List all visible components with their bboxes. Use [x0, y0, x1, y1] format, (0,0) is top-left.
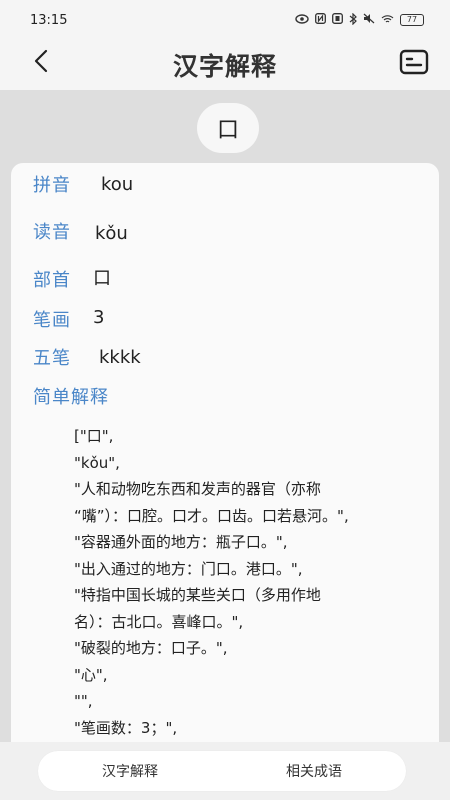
vibrate-icon [332, 13, 343, 27]
chevron-left-icon [33, 49, 49, 77]
pinyin-label: 拼音 [33, 175, 71, 196]
eye-icon [295, 13, 309, 27]
detail-card: 拼音 kou 读音 kǒu 部首 口 笔画 3 五笔 kkkk 简单解释 ["口… [11, 163, 439, 743]
strokes-value: 3 [93, 306, 105, 328]
explanation-line: "人和动物吃东西和发声的器官（亦称 [74, 480, 321, 498]
explanation-line: "笔画数：3；", [74, 718, 178, 737]
tab-character-explanation[interactable]: 汉字解释 [38, 761, 222, 781]
reading-value: kǒu [95, 222, 128, 244]
explanation-line: "容器通外面的地方：瓶子口。", [74, 533, 288, 551]
explain-heading-row: 简单解释 [33, 383, 109, 409]
app-header: 汉字解释 [0, 40, 450, 90]
pinyin-row: 拼音 kou [33, 171, 133, 197]
back-button[interactable] [26, 48, 56, 78]
character-badge: 口 [197, 103, 259, 153]
explanation-line: "特指中国长城的某些关口（多用作地 [74, 586, 321, 604]
explanation-line: "破裂的地方：口子。", [74, 639, 228, 657]
explanation-line: “嘴”）：口腔。口才。口齿。口若悬河。", [74, 506, 349, 525]
content-area: 口 拼音 kou 读音 kǒu 部首 口 笔画 3 五笔 kkkk 简单解释 [… [0, 90, 450, 743]
explanation-text: ["口", "kǒu", "人和动物吃东西和发声的器官（亦称 “嘴”）：口腔。口… [74, 423, 434, 741]
explanation-line: "kǒu", [74, 453, 120, 472]
explain-label: 简单解释 [33, 387, 109, 408]
card-list-icon [399, 49, 429, 79]
wubi-label: 五笔 [33, 348, 71, 369]
reading-label: 读音 [33, 222, 71, 243]
pinyin-value: kou [101, 173, 134, 195]
tab-related-idioms[interactable]: 相关成语 [222, 761, 406, 781]
battery-icon: 77 [400, 14, 424, 26]
explanation-line: "出入通过的地方：门口。港口。", [74, 559, 303, 578]
radical-row: 部首 口 [33, 266, 111, 292]
explanation-line: "心", [74, 665, 108, 684]
radical-value: 口 [93, 268, 111, 289]
status-bar: 13:15 77 [0, 0, 450, 40]
wubi-row: 五笔 kkkk [33, 344, 141, 370]
explanation-line: ["口", [74, 427, 114, 445]
explanation-line: 名）：古北口。喜峰口。", [74, 612, 244, 631]
wubi-value: kkkk [99, 346, 141, 368]
bottom-bar: 汉字解释 相关成语 [0, 742, 450, 800]
mute-icon [363, 13, 375, 27]
nfc-icon [315, 13, 326, 27]
explanation-line: "", [74, 692, 93, 710]
status-time: 13:15 [30, 12, 68, 28]
menu-button[interactable] [398, 49, 430, 79]
wifi-icon [381, 14, 394, 27]
reading-row: 读音 kǒu [33, 218, 128, 244]
strokes-row: 笔画 3 [33, 306, 104, 332]
strokes-label: 笔画 [33, 310, 71, 331]
page-title: 汉字解释 [172, 52, 277, 81]
radical-label: 部首 [33, 270, 71, 291]
bluetooth-icon [349, 12, 357, 28]
tab-bar: 汉字解释 相关成语 [38, 751, 406, 791]
status-icons: 77 [295, 12, 424, 28]
